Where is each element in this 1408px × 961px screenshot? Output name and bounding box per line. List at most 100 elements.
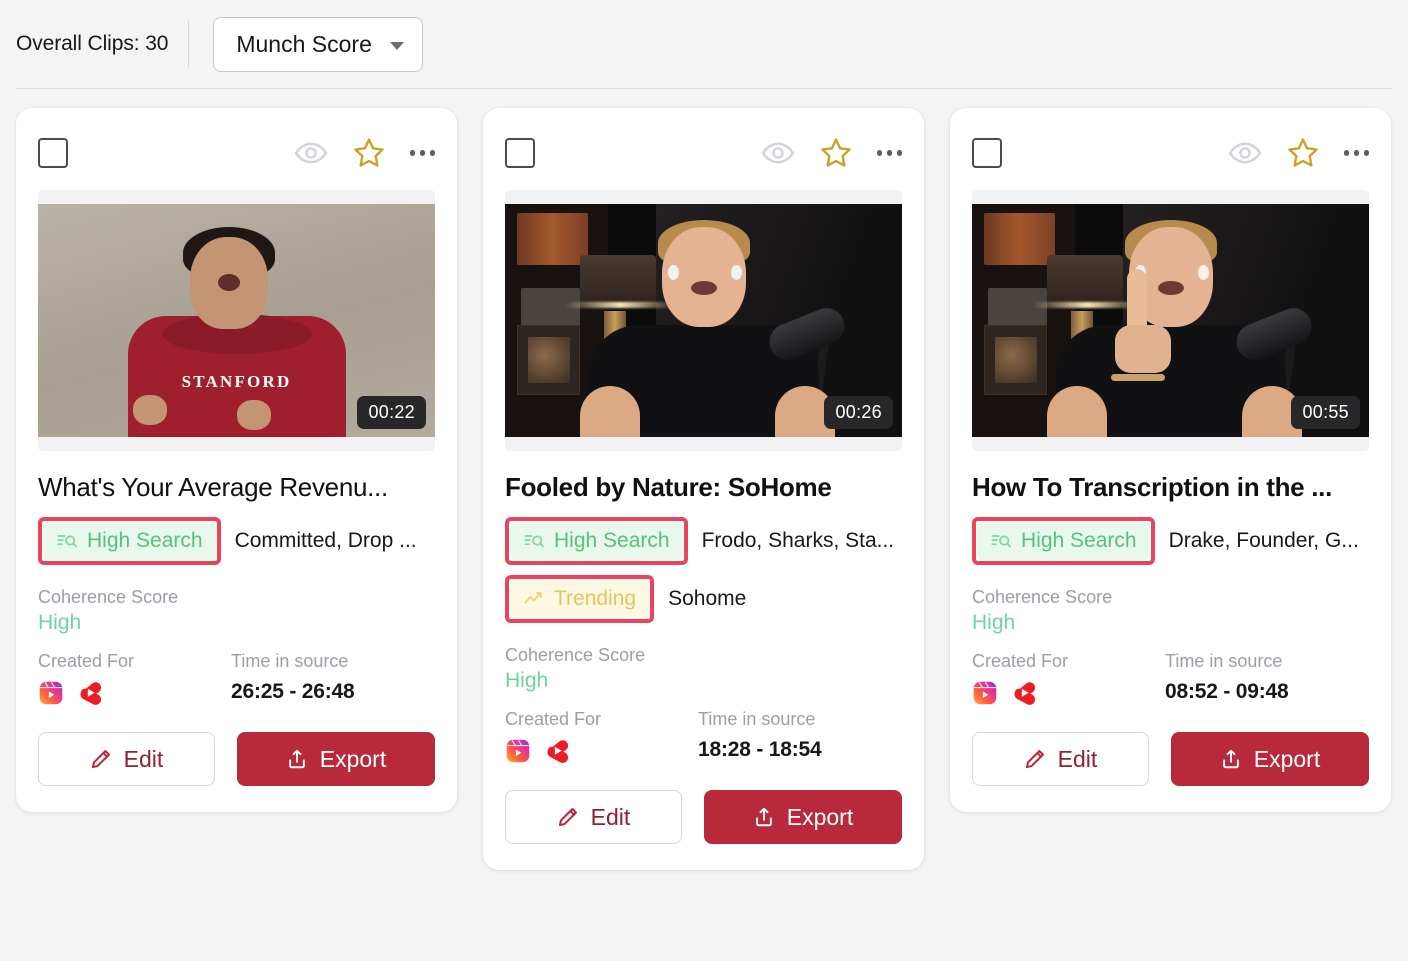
keyword-list: Sohome xyxy=(668,587,746,611)
clip-card[interactable]: STANFORD 00:22 What's Your Average Reven… xyxy=(16,108,457,812)
star-icon[interactable] xyxy=(1286,136,1320,170)
toolbar-divider xyxy=(188,20,189,68)
tag-row: High Search Committed, Drop ... xyxy=(38,517,435,565)
created-for-column: Created For xyxy=(38,651,231,706)
star-icon[interactable] xyxy=(352,136,386,170)
video-thumbnail[interactable]: 00:55 xyxy=(972,204,1369,437)
export-icon xyxy=(753,806,775,828)
more-options-icon[interactable] xyxy=(1344,150,1370,156)
tag-row: High Search Drake, Founder, G... xyxy=(972,517,1369,565)
edit-button[interactable]: Edit xyxy=(38,732,215,786)
created-for-column: Created For xyxy=(505,709,698,764)
select-checkbox[interactable] xyxy=(972,138,1002,168)
duration-badge: 00:26 xyxy=(824,396,893,429)
youtube-shorts-icon xyxy=(77,680,103,706)
select-checkbox[interactable] xyxy=(38,138,68,168)
sort-dropdown[interactable]: Munch Score xyxy=(213,17,423,72)
time-in-source-value: 08:52 - 09:48 xyxy=(1165,680,1369,704)
clip-title: Fooled by Nature: SoHome xyxy=(505,472,902,503)
clip-title: How To Transcription in the ... xyxy=(972,472,1369,503)
badge-high-search[interactable]: High Search xyxy=(977,522,1150,560)
eye-icon[interactable] xyxy=(1228,136,1262,170)
toolbar: Overall Clips: 30 Munch Score xyxy=(0,0,1408,88)
clip-card[interactable]: 00:55 How To Transcription in the ... Hi… xyxy=(950,108,1391,812)
card-header-actions xyxy=(294,136,436,170)
tag-row: Trending Sohome xyxy=(505,575,902,623)
badge-high-search[interactable]: High Search xyxy=(43,522,216,560)
card-actions: Edit Export xyxy=(505,790,902,844)
more-options-icon[interactable] xyxy=(877,150,903,156)
edit-button[interactable]: Edit xyxy=(505,790,682,844)
trending-up-icon xyxy=(523,588,545,610)
card-meta-columns: Created For Time in source 26:25 - 26:48 xyxy=(38,651,435,706)
edit-button-label: Edit xyxy=(1058,746,1098,773)
created-for-label: Created For xyxy=(972,651,1165,672)
coherence-score-label: Coherence Score xyxy=(972,587,1369,608)
sort-dropdown-label: Munch Score xyxy=(236,31,372,58)
clip-card[interactable]: 00:26 Fooled by Nature: SoHome High Sear… xyxy=(483,108,924,870)
export-icon xyxy=(286,748,308,770)
coherence-score-value: High xyxy=(38,611,435,635)
time-in-source-column: Time in source 08:52 - 09:48 xyxy=(1165,651,1369,706)
time-in-source-value: 26:25 - 26:48 xyxy=(231,680,435,704)
card-header-actions xyxy=(761,136,903,170)
more-options-icon[interactable] xyxy=(410,150,436,156)
created-for-label: Created For xyxy=(38,651,231,672)
video-thumbnail[interactable]: 00:26 xyxy=(505,204,902,437)
card-header xyxy=(38,130,435,176)
keyword-list: Frodo, Sharks, Sta... xyxy=(702,529,895,553)
eye-icon[interactable] xyxy=(761,136,795,170)
instagram-reels-icon xyxy=(972,680,998,706)
pencil-icon xyxy=(90,748,112,770)
card-meta-columns: Created For Time in source 08:52 - 09:48 xyxy=(972,651,1369,706)
thumbnail-container[interactable]: 00:26 xyxy=(505,190,902,451)
pencil-icon xyxy=(1024,748,1046,770)
edit-button[interactable]: Edit xyxy=(972,732,1149,786)
overall-clips-label: Overall Clips: 30 xyxy=(16,32,188,56)
pencil-icon xyxy=(557,806,579,828)
thumbnail-container[interactable]: 00:55 xyxy=(972,190,1369,451)
export-button-label: Export xyxy=(1254,746,1320,773)
time-in-source-label: Time in source xyxy=(231,651,435,672)
card-actions: Edit Export xyxy=(38,732,435,786)
export-button-label: Export xyxy=(320,746,386,773)
video-thumbnail[interactable]: STANFORD 00:22 xyxy=(38,204,435,437)
star-icon[interactable] xyxy=(819,136,853,170)
platform-icons xyxy=(972,680,1165,706)
clip-title: What's Your Average Revenu... xyxy=(38,472,435,503)
edit-button-label: Edit xyxy=(591,804,631,831)
instagram-reels-icon xyxy=(38,680,64,706)
search-list-icon xyxy=(56,530,78,552)
search-list-icon xyxy=(990,530,1012,552)
card-actions: Edit Export xyxy=(972,732,1369,786)
search-list-icon xyxy=(523,530,545,552)
select-checkbox[interactable] xyxy=(505,138,535,168)
badge-trending[interactable]: Trending xyxy=(510,580,649,618)
card-header-actions xyxy=(1228,136,1370,170)
created-for-label: Created For xyxy=(505,709,698,730)
export-button[interactable]: Export xyxy=(704,790,902,844)
badge-label: High Search xyxy=(1021,529,1137,553)
duration-badge: 00:55 xyxy=(1291,396,1360,429)
highlight-annotation-box: Trending xyxy=(505,575,654,623)
thumbnail-container[interactable]: STANFORD 00:22 xyxy=(38,190,435,451)
youtube-shorts-icon xyxy=(544,738,570,764)
instagram-reels-icon xyxy=(505,738,531,764)
export-button-label: Export xyxy=(787,804,853,831)
coherence-score-value: High xyxy=(972,611,1369,635)
clip-card-grid: STANFORD 00:22 What's Your Average Reven… xyxy=(0,89,1408,870)
eye-icon[interactable] xyxy=(294,136,328,170)
badge-label: High Search xyxy=(87,529,203,553)
export-button[interactable]: Export xyxy=(237,732,435,786)
badge-label: High Search xyxy=(554,529,670,553)
card-meta-columns: Created For Time in source 18:28 - 18:54 xyxy=(505,709,902,764)
time-in-source-column: Time in source 18:28 - 18:54 xyxy=(698,709,902,764)
highlight-annotation-box: High Search xyxy=(972,517,1155,565)
badge-high-search[interactable]: High Search xyxy=(510,522,683,560)
created-for-column: Created For xyxy=(972,651,1165,706)
export-button[interactable]: Export xyxy=(1171,732,1369,786)
highlight-annotation-box: High Search xyxy=(505,517,688,565)
card-header xyxy=(972,130,1369,176)
keyword-list: Drake, Founder, G... xyxy=(1169,529,1359,553)
highlight-annotation-box: High Search xyxy=(38,517,221,565)
